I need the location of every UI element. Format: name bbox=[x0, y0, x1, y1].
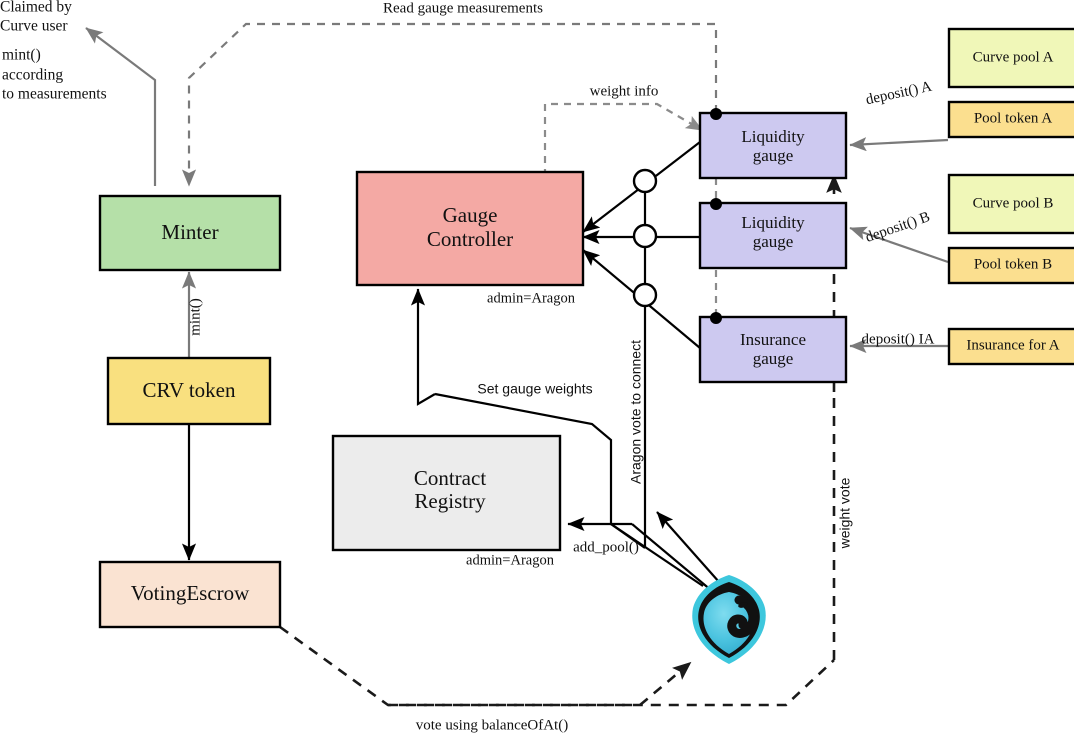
label-deposit-a: deposit() A bbox=[864, 79, 933, 109]
label-aragon-vote-to-connect: Aragon vote to connect bbox=[628, 340, 644, 484]
label-mint-according-line3: to measurements bbox=[2, 86, 107, 103]
label-set-gauge-weights: Set gauge weights bbox=[477, 381, 592, 397]
label-weight-info: weight info bbox=[590, 83, 659, 99]
node-crv-token[interactable]: CRV token bbox=[106, 356, 272, 426]
architecture-diagram: Minter CRV token VotingEscrow Gauge Cont… bbox=[0, 0, 1074, 735]
node-liquidity-gauge-a[interactable]: Liquidity gauge bbox=[698, 108, 848, 180]
contract-registry-admin-label: admin=Aragon bbox=[466, 552, 555, 568]
crv-token-label: CRV token bbox=[142, 378, 236, 402]
gauge-controller-label-line1: Gauge bbox=[443, 203, 498, 227]
label-vote-using-balanceofat: vote using balanceOfAt() bbox=[416, 717, 568, 733]
pool-token-b-label: Pool token B bbox=[974, 256, 1052, 272]
contract-registry-label-line2: Registry bbox=[414, 489, 486, 513]
label-claimed-by-line1: Claimed by bbox=[0, 0, 72, 16]
label-read-gauge-measurements: Read gauge measurements bbox=[383, 0, 543, 16]
curve-pool-a-label: Curve pool A bbox=[973, 49, 1054, 65]
liquidity-gauge-a-anchor-dot bbox=[710, 108, 722, 120]
edge-claimed-by-curve-user bbox=[85, 27, 157, 186]
label-weight-vote: weight vote bbox=[837, 477, 853, 549]
node-pool-token-a[interactable]: Pool token A bbox=[947, 100, 1074, 139]
edge-read-gauge-measurements bbox=[181, 22, 718, 187]
liquidity-gauge-a-label-line2: gauge bbox=[753, 146, 794, 165]
diagram-canvas: Minter CRV token VotingEscrow Gauge Cont… bbox=[0, 0, 1074, 733]
liquidity-gauge-b-label-line2: gauge bbox=[753, 232, 794, 251]
insurance-for-a-label: Insurance for A bbox=[966, 337, 1059, 353]
minter-label: Minter bbox=[161, 220, 218, 244]
liquidity-gauge-b-label-line1: Liquidity bbox=[741, 213, 805, 232]
node-contract-registry[interactable]: Contract Registry admin=Aragon bbox=[331, 434, 562, 568]
liquidity-gauge-a-label-line1: Liquidity bbox=[741, 127, 805, 146]
voting-escrow-label: VotingEscrow bbox=[131, 581, 250, 605]
label-deposit-ia: deposit() IA bbox=[862, 331, 935, 347]
node-voting-escrow[interactable]: VotingEscrow bbox=[98, 560, 282, 629]
label-deposit-b: deposit() B bbox=[864, 209, 933, 246]
gauge-controller-label-line2: Controller bbox=[427, 227, 513, 251]
edge-weight-info bbox=[543, 102, 704, 176]
node-pool-token-b[interactable]: Pool token B bbox=[947, 246, 1074, 285]
edge-deposit-a bbox=[849, 137, 949, 152]
edge-set-gauge-weights bbox=[410, 288, 436, 406]
node-insurance-gauge[interactable]: Insurance gauge bbox=[698, 312, 848, 384]
label-mint-according-line2: according bbox=[2, 67, 63, 84]
insurance-gauge-label-line1: Insurance bbox=[740, 330, 806, 349]
contract-registry-label-line1: Contract bbox=[414, 466, 486, 490]
curve-pool-b-label: Curve pool B bbox=[973, 195, 1054, 211]
edge-aragon-to-controller-lines bbox=[610, 523, 719, 597]
gauge-controller-admin-label: admin=Aragon bbox=[487, 290, 576, 306]
label-claimed-by-line2: Curve user bbox=[0, 18, 68, 35]
node-gauge-controller[interactable]: Gauge Controller admin=Aragon bbox=[355, 170, 585, 306]
node-curve-pool-b[interactable]: Curve pool B bbox=[947, 173, 1074, 235]
label-add-pool: add_pool() bbox=[573, 539, 639, 555]
node-minter[interactable]: Minter bbox=[98, 194, 282, 272]
node-liquidity-gauge-b[interactable]: Liquidity gauge bbox=[698, 198, 848, 270]
liquidity-gauge-b-anchor-dot bbox=[710, 198, 722, 210]
insurance-gauge-anchor-dot bbox=[710, 312, 722, 324]
node-insurance-for-a[interactable]: Insurance for A bbox=[947, 327, 1074, 366]
node-curve-pool-a[interactable]: Curve pool A bbox=[947, 27, 1074, 89]
aragon-logo-icon[interactable] bbox=[692, 575, 766, 664]
pool-token-a-label: Pool token A bbox=[974, 110, 1053, 126]
insurance-gauge-label-line2: gauge bbox=[753, 349, 794, 368]
label-mint-according-line1: mint() bbox=[2, 47, 41, 64]
label-mint: mint() bbox=[187, 298, 203, 336]
